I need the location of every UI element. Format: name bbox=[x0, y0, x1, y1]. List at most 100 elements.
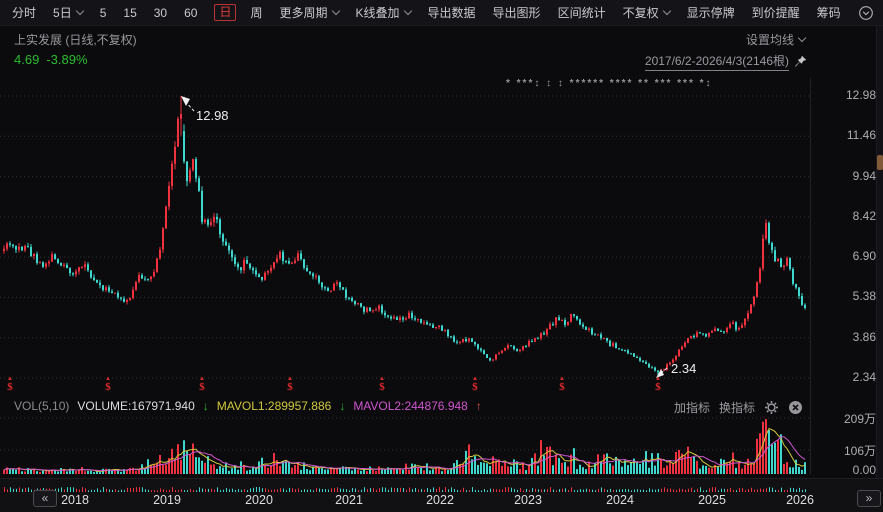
toolbar-item-5日[interactable]: 5日 bbox=[53, 4, 83, 21]
toolbar-item-label: K线叠加 bbox=[356, 4, 400, 21]
volume-axis-label: 209万 bbox=[816, 410, 876, 427]
x-axis-label: 2022 bbox=[426, 493, 454, 507]
toolbar-item-日[interactable]: 日 bbox=[214, 4, 236, 21]
toolbar-item-导出数据[interactable]: 导出数据 bbox=[428, 4, 476, 21]
toolbar-item-label: 到价提醒 bbox=[752, 4, 800, 21]
switch-indicator-button[interactable]: 换指标 bbox=[719, 399, 755, 416]
price-axis-label: 6.90 bbox=[816, 249, 876, 263]
chevron-down-icon bbox=[331, 7, 339, 15]
chevron-down-icon bbox=[798, 34, 806, 42]
svg-text:2.34: 2.34 bbox=[671, 361, 696, 376]
toolbar-item-label: 分时 bbox=[12, 4, 36, 21]
toolbar-item-label: 区间统计 bbox=[558, 4, 606, 21]
x-axis-label: 2024 bbox=[606, 493, 634, 507]
axis-divider bbox=[810, 78, 811, 474]
x-axis-label: 2026 bbox=[786, 493, 814, 507]
toolbar-item-区间统计[interactable]: 区间统计 bbox=[558, 4, 606, 21]
toolbar-item-30[interactable]: 30 bbox=[154, 6, 167, 20]
price-chart[interactable]: 12.98 2.34 bbox=[0, 78, 810, 398]
minimap-strip[interactable] bbox=[0, 485, 810, 492]
toolbar-item-60[interactable]: 60 bbox=[184, 6, 197, 20]
mavol2-arrow-icon: ↑ bbox=[476, 399, 482, 413]
dividend-dollar-icon: $ bbox=[194, 382, 210, 393]
volume-axis-label: 0.00 bbox=[816, 463, 876, 477]
toolbar-item-label: 显示停牌 bbox=[687, 4, 735, 21]
toolbar-items: 分时 5日 5 15 30 60 日 周 更多周期 K线叠加 导出数据导出图形区间统计不复权 显示停牌… bbox=[12, 4, 858, 21]
x-axis-label: 2021 bbox=[335, 493, 363, 507]
volume-arrow-icon: ↓ bbox=[203, 399, 209, 413]
dividend-dollar-icon: $ bbox=[467, 382, 483, 393]
toolbar-item-分时[interactable]: 分时 bbox=[12, 4, 36, 21]
x-axis-label: 2018 bbox=[61, 493, 89, 507]
toolbar-item-显示停牌[interactable]: 显示停牌 bbox=[687, 4, 735, 21]
volume-chart[interactable] bbox=[0, 416, 810, 474]
price-axis-label: 9.94 bbox=[816, 169, 876, 183]
toolbar-item-不复权[interactable]: 不复权 bbox=[623, 4, 670, 21]
close-circle-icon[interactable] bbox=[788, 400, 803, 415]
vertical-scrollbar[interactable] bbox=[876, 26, 883, 478]
volume-value: VOLUME:167971.940 bbox=[77, 399, 194, 413]
toolbar-item-label: 5日 bbox=[53, 4, 72, 21]
volume-tools: 加指标 换指标 bbox=[674, 399, 803, 416]
toolbar-item-label: 筹码 bbox=[817, 4, 841, 21]
toolbar-item-周[interactable]: 周 bbox=[250, 4, 262, 21]
toolbar-item-5[interactable]: 5 bbox=[100, 6, 107, 20]
x-axis-label: 2023 bbox=[514, 493, 542, 507]
x-axis-label: 2020 bbox=[245, 493, 273, 507]
dividend-dollar-icon: $ bbox=[554, 382, 570, 393]
dividend-marker[interactable]: ▲$ bbox=[282, 376, 298, 393]
svg-text:12.98: 12.98 bbox=[196, 108, 229, 123]
toolbar-item-label: 更多周期 bbox=[280, 4, 328, 21]
toolbar-item-label: 导出数据 bbox=[428, 4, 476, 21]
scroll-left-button[interactable]: « bbox=[33, 490, 57, 507]
price-axis-label: 5.38 bbox=[816, 289, 876, 303]
toolbar-item-label: 60 bbox=[184, 6, 197, 20]
pin-icon[interactable] bbox=[794, 55, 807, 68]
toolbar-item-label: 日 bbox=[219, 5, 231, 20]
dividend-dollar-icon: $ bbox=[2, 382, 18, 393]
dividend-marker[interactable]: ▲$ bbox=[374, 376, 390, 393]
toolbar-item-导出图形[interactable]: 导出图形 bbox=[493, 4, 541, 21]
scroll-right-button[interactable]: » bbox=[857, 490, 881, 507]
dividend-marker[interactable]: ▲$ bbox=[554, 376, 570, 393]
vertical-scrollbar-handle[interactable] bbox=[877, 155, 883, 170]
toolbar-item-K线叠加[interactable]: K线叠加 bbox=[356, 4, 411, 21]
vol-indicator-label[interactable]: VOL(5,10) bbox=[14, 399, 69, 413]
toolbar-item-label: 15 bbox=[123, 6, 136, 20]
date-range-link[interactable]: 2017/6/2-2026/4/3(2146根) bbox=[645, 52, 789, 71]
collapse-circle-icon[interactable] bbox=[858, 5, 874, 21]
price-change-row: 4.69 -3.89% bbox=[14, 52, 95, 67]
toolbar-item-label: 不复权 bbox=[623, 4, 659, 21]
toolbar-item-label: 5 bbox=[100, 6, 107, 20]
ma-settings-button[interactable]: 设置均线 bbox=[746, 31, 805, 48]
mavol2-value: MAVOL2:244876.948 bbox=[353, 399, 468, 413]
add-indicator-button[interactable]: 加指标 bbox=[674, 399, 710, 416]
toolbar-item-label: 周 bbox=[250, 4, 262, 21]
mavol1-value: MAVOL1:289957.886 bbox=[217, 399, 332, 413]
toolbar-item-label: 30 bbox=[154, 6, 167, 20]
toolbar-item-到价提醒[interactable]: 到价提醒 bbox=[752, 4, 800, 21]
dividend-marker[interactable]: ▲$ bbox=[2, 376, 18, 393]
chevron-down-icon bbox=[403, 7, 411, 15]
dividend-marker[interactable]: ▲$ bbox=[194, 376, 210, 393]
volume-header: VOL(5,10) VOLUME:167971.940 ↓ MAVOL1:289… bbox=[14, 399, 482, 413]
dividend-dollar-icon: $ bbox=[100, 382, 116, 393]
toolbar: 分时 5日 5 15 30 60 日 周 更多周期 K线叠加 导出数据导出图形区间统计不复权 显示停牌… bbox=[0, 0, 883, 26]
symbol-title: 上实发展 (日线,不复权) bbox=[14, 31, 137, 48]
gear-icon[interactable] bbox=[764, 400, 779, 415]
dividend-marker[interactable]: ▲$ bbox=[467, 376, 483, 393]
volume-axis-label: 106万 bbox=[816, 442, 876, 459]
change-percent: -3.89% bbox=[46, 52, 87, 67]
dividend-marker[interactable]: ▲$ bbox=[650, 376, 666, 393]
dividend-dollar-icon: $ bbox=[650, 382, 666, 393]
price-axis-label: 11.46 bbox=[816, 128, 876, 142]
toolbar-item-筹码[interactable]: 筹码 bbox=[817, 4, 841, 21]
dividend-marker[interactable]: ▲$ bbox=[100, 376, 116, 393]
last-price: 4.69 bbox=[14, 52, 39, 67]
dividend-dollar-icon: $ bbox=[374, 382, 390, 393]
price-axis-label: 12.98 bbox=[816, 88, 876, 102]
dividend-dollar-icon: $ bbox=[282, 382, 298, 393]
range-wrap: 2017/6/2-2026/4/3(2146根) bbox=[645, 52, 807, 71]
toolbar-item-15[interactable]: 15 bbox=[123, 6, 136, 20]
toolbar-item-更多周期[interactable]: 更多周期 bbox=[280, 4, 339, 21]
